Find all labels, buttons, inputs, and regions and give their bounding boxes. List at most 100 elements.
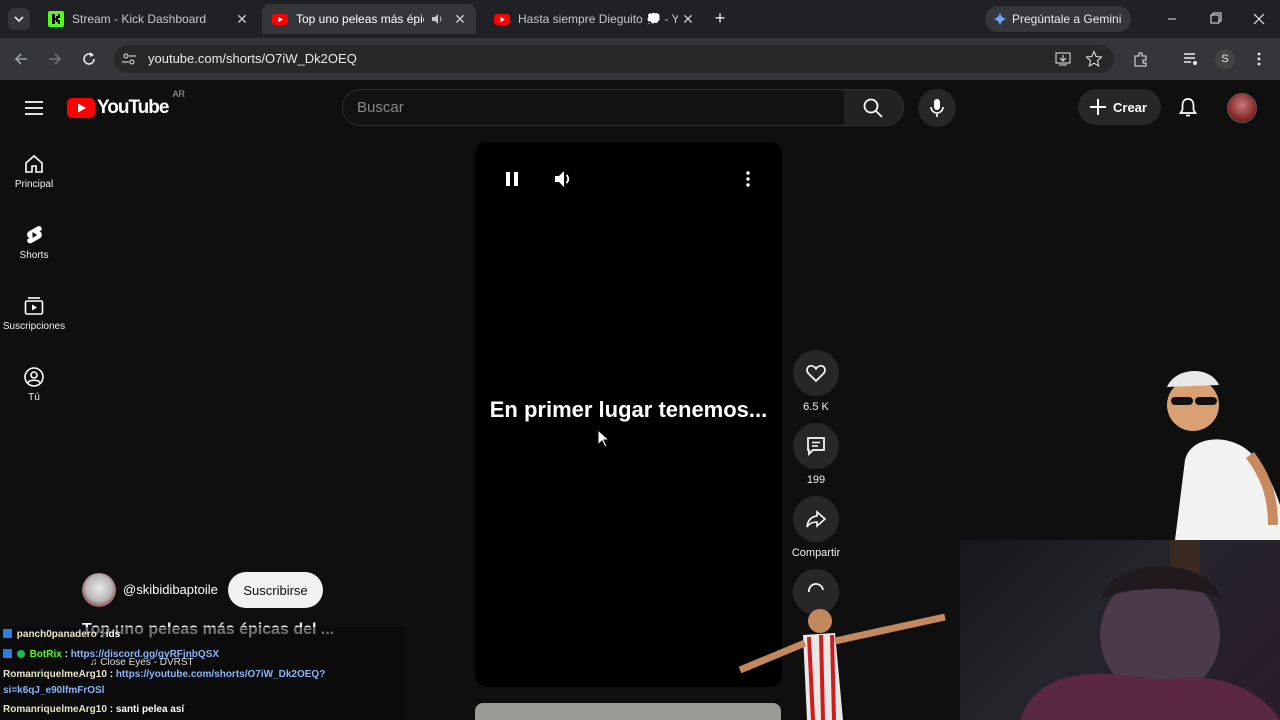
minimize-icon xyxy=(1168,18,1176,20)
subscriptions-icon xyxy=(24,297,44,315)
you-icon xyxy=(24,367,44,387)
notifications-bell-icon[interactable] xyxy=(1178,97,1198,119)
gemini-icon xyxy=(993,12,1007,26)
close-icon[interactable]: ✕ xyxy=(678,11,698,28)
subscribe-button[interactable]: Suscribirse xyxy=(228,572,323,608)
streamer-webcam-image xyxy=(1020,540,1280,720)
chat-link[interactable]: https://youtube.com/shorts/O7iW_Dk2OEQ? xyxy=(116,669,325,680)
bookmark-star-icon[interactable] xyxy=(1085,50,1103,68)
chat-username: panch0panadero xyxy=(16,629,97,640)
gemini-label: Pregúntale a Gemini xyxy=(1012,12,1122,26)
search-box xyxy=(342,89,845,126)
close-window-button[interactable] xyxy=(1247,9,1271,29)
more-vertical-icon[interactable] xyxy=(739,170,757,188)
search-input[interactable] xyxy=(357,90,827,125)
kick-icon xyxy=(48,11,64,27)
footballer-overlay-figure xyxy=(738,609,946,720)
tab-title: Hasta siempre Dieguito 💭 - Y xyxy=(518,12,678,26)
back-arrow-icon[interactable] xyxy=(12,50,30,68)
stream-chat-overlay: panch0panadero : ids BotRix : https://di… xyxy=(0,627,405,720)
now-playing-overlay: ♫ Close Eyes - DVRST xyxy=(90,657,194,668)
chat-username: RomanriquelmeArg10 xyxy=(3,669,107,680)
tab-search-button[interactable] xyxy=(8,8,30,30)
tab-youtube-dieguito[interactable]: Hasta siempre Dieguito 💭 - Y ✕ xyxy=(484,4,704,34)
like-count: 6.5 K xyxy=(803,401,829,413)
restore-icon xyxy=(1210,12,1222,24)
voice-search-button[interactable] xyxy=(918,89,956,127)
guide-label: Shorts xyxy=(19,250,49,261)
youtube-logo-icon xyxy=(67,98,95,118)
tab-title: Top uno peleas más épicas xyxy=(296,12,424,26)
install-app-icon[interactable] xyxy=(1054,50,1072,68)
tab-kick-dashboard[interactable]: Stream - Kick Dashboard ✕ xyxy=(38,4,258,34)
plus-icon xyxy=(1090,99,1106,115)
profile-button[interactable]: S xyxy=(1215,49,1235,69)
guide-item-shorts[interactable]: Shorts xyxy=(0,224,68,261)
profile-initial: S xyxy=(1221,53,1229,65)
tab-title: Stream - Kick Dashboard xyxy=(72,12,207,26)
kick-badge-icon xyxy=(3,629,12,638)
chat-message: RomanriquelmeArg10 : santi pelea así xyxy=(3,704,185,715)
pause-icon[interactable] xyxy=(503,170,521,188)
site-settings-icon[interactable] xyxy=(120,50,138,68)
microphone-icon xyxy=(930,99,944,117)
create-label: Crear xyxy=(1113,99,1147,115)
reload-icon[interactable] xyxy=(80,50,98,68)
extensions-icon[interactable] xyxy=(1132,50,1150,68)
youtube-icon xyxy=(494,14,510,25)
close-icon xyxy=(1253,13,1265,25)
comment-count: 199 xyxy=(806,474,826,486)
heart-icon xyxy=(806,364,826,383)
hamburger-menu-icon[interactable] xyxy=(24,98,44,118)
volume-icon[interactable] xyxy=(553,169,573,189)
comments-button[interactable] xyxy=(793,423,839,469)
guide-label: Tú xyxy=(28,392,40,403)
chevron-down-icon xyxy=(14,16,24,23)
shorts-icon xyxy=(27,226,42,244)
tab-youtube-short[interactable]: Top uno peleas más épicas ✕ xyxy=(262,4,476,34)
url-text[interactable]: youtube.com/shorts/O7iW_Dk2OEQ xyxy=(148,51,357,66)
bot-badge-icon xyxy=(16,650,25,658)
comment-icon xyxy=(807,437,825,457)
chat-username: BotRix xyxy=(29,649,62,660)
chat-message-continued: si=k6qJ_e90lfmFrOSl xyxy=(3,685,104,696)
speaker-icon[interactable] xyxy=(430,12,444,26)
youtube-logo-text: YouTube xyxy=(97,97,169,118)
subscribe-label: Suscribirse xyxy=(243,582,308,598)
chat-message: RomanriquelmeArg10 : https://youtube.com… xyxy=(3,669,326,680)
share-button[interactable] xyxy=(793,496,839,542)
browser-tab-bar: Stream - Kick Dashboard ✕ Top uno peleas… xyxy=(0,0,1280,38)
guide-label: Suscripciones xyxy=(2,321,66,332)
guide-item-subscriptions[interactable]: Suscripciones xyxy=(0,295,68,332)
chat-text: santi pelea así xyxy=(115,704,185,715)
gemini-button[interactable]: Pregúntale a Gemini xyxy=(985,6,1131,32)
streamer-overlay-figure xyxy=(1167,370,1280,540)
guide-item-home[interactable]: Principal xyxy=(0,153,68,190)
channel-name[interactable]: @skibidibaptoile xyxy=(123,582,218,597)
chat-username: RomanriquelmeArg10 xyxy=(3,704,107,715)
forward-arrow-icon[interactable] xyxy=(46,50,64,68)
minimize-button[interactable] xyxy=(1160,9,1184,29)
remix-icon xyxy=(808,583,824,593)
close-icon[interactable]: ✕ xyxy=(450,11,470,28)
more-vertical-icon[interactable] xyxy=(1250,50,1268,68)
country-code: AR xyxy=(172,89,185,99)
mouse-cursor-icon xyxy=(597,429,611,448)
youtube-logo[interactable]: YouTube AR xyxy=(67,89,185,119)
guide-label: Principal xyxy=(14,179,54,190)
channel-avatar[interactable] xyxy=(82,573,116,607)
restore-button[interactable] xyxy=(1203,9,1227,29)
search-button[interactable] xyxy=(844,89,904,126)
search-icon xyxy=(863,98,883,118)
new-tab-button[interactable]: + xyxy=(710,9,730,29)
home-icon xyxy=(25,154,43,173)
chat-link[interactable]: si=k6qJ_e90lfmFrOSl xyxy=(3,685,104,696)
close-icon[interactable]: ✕ xyxy=(232,11,252,28)
media-controls-icon[interactable] xyxy=(1182,50,1200,68)
chat-message: panch0panadero : ids xyxy=(3,629,120,640)
account-avatar[interactable] xyxy=(1227,93,1257,123)
guide-item-you[interactable]: Tú xyxy=(0,366,68,403)
create-button[interactable]: Crear xyxy=(1078,89,1161,125)
like-button[interactable] xyxy=(793,350,839,396)
webcam-overlay xyxy=(960,540,1280,720)
